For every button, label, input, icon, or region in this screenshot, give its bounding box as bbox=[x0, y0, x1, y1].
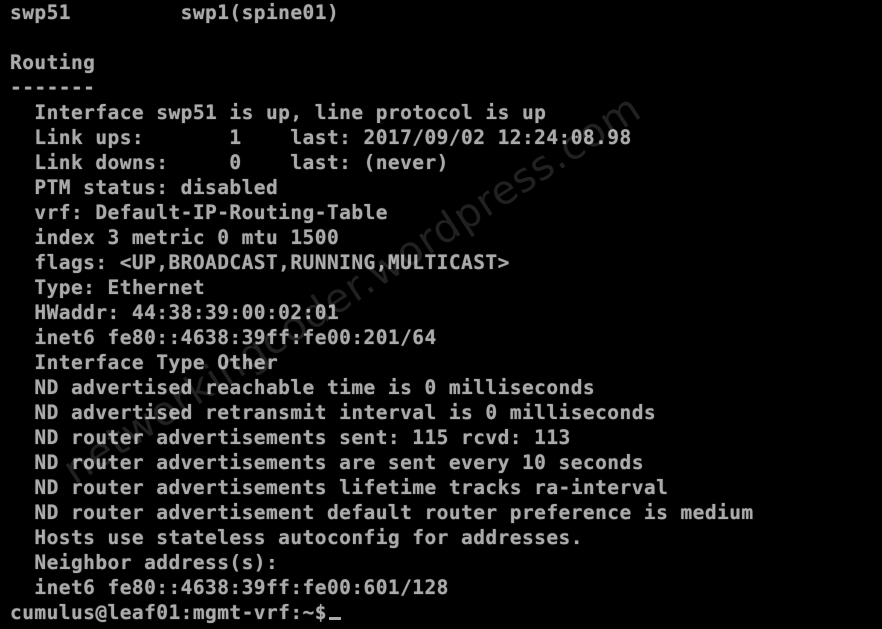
output-line: index 3 metric 0 mtu 1500 bbox=[10, 226, 340, 249]
output-line: ------- bbox=[10, 76, 96, 99]
text-cursor bbox=[328, 617, 341, 620]
output-line: Interface Type Other bbox=[10, 351, 279, 374]
output-line: Link ups: 1 last: 2017/09/02 12:24:08.98 bbox=[10, 126, 632, 149]
output-line: Hosts use stateless autoconfig for addre… bbox=[10, 526, 583, 549]
shell-prompt: cumulus@leaf01:mgmt-vrf:~$ bbox=[10, 601, 327, 624]
output-line: ND advertised retransmit interval is 0 m… bbox=[10, 401, 657, 424]
output-line: ND router advertisements lifetime tracks… bbox=[10, 476, 669, 499]
output-line: vrf: Default-IP-Routing-Table bbox=[10, 201, 388, 224]
output-line: PTM status: disabled bbox=[10, 176, 279, 199]
output-line: Interface swp51 is up, line protocol is … bbox=[10, 101, 547, 124]
output-line: Link downs: 0 last: (never) bbox=[10, 151, 449, 174]
terminal-window[interactable]: swp51 swp1(spine01) Routing ------- Inte… bbox=[0, 0, 882, 629]
output-line: inet6 fe80::4638:39ff:fe00:201/64 bbox=[10, 326, 437, 349]
output-line: inet6 fe80::4638:39ff:fe00:601/128 bbox=[10, 576, 449, 599]
terminal-output: swp51 swp1(spine01) Routing ------- Inte… bbox=[10, 0, 882, 625]
output-line: Routing bbox=[10, 51, 96, 74]
output-line: ND router advertisements are sent every … bbox=[10, 451, 644, 474]
output-line: HWaddr: 44:38:39:00:02:01 bbox=[10, 301, 340, 324]
output-line: flags: <UP,BROADCAST,RUNNING,MULTICAST> bbox=[10, 251, 510, 274]
output-line: ND advertised reachable time is 0 millis… bbox=[10, 376, 596, 399]
output-line: Type: Ethernet bbox=[10, 276, 206, 299]
output-line: ND router advertisements sent: 115 rcvd:… bbox=[10, 426, 571, 449]
command-prompt-line[interactable]: cumulus@leaf01:mgmt-vrf:~$ bbox=[10, 600, 882, 625]
output-line: Neighbor address(s): bbox=[10, 551, 279, 574]
output-line: ND router advertisement default router p… bbox=[10, 501, 754, 524]
output-line: swp51 swp1(spine01) bbox=[10, 1, 340, 24]
